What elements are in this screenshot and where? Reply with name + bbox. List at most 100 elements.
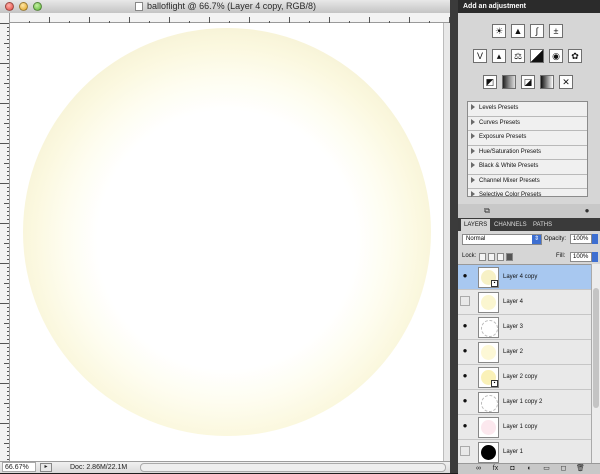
tab-paths[interactable]: PATHS <box>530 219 555 231</box>
add-mask-icon[interactable]: ◘ <box>508 465 517 473</box>
adjustment-presets-list: Levels Presets Curves Presets Exposure P… <box>467 101 588 198</box>
invert-icon[interactable]: ◩ <box>483 75 497 89</box>
visibility-eye-icon[interactable]: ● <box>460 296 470 306</box>
canvas-horizontal-scrollbar[interactable] <box>140 463 446 472</box>
color-balance-icon[interactable]: ⚖ <box>511 49 525 63</box>
layer-thumbnail: ▪ <box>478 392 499 413</box>
smart-object-icon: ▪ <box>491 380 498 387</box>
posterize-icon[interactable] <box>502 75 516 89</box>
visibility-eye-icon[interactable]: ● <box>460 396 470 406</box>
preset-item[interactable]: Channel Mixer Presets <box>468 175 587 189</box>
minimize-window-button[interactable] <box>19 2 28 11</box>
opacity-stepper[interactable] <box>592 234 598 244</box>
document-window: balloflight @ 66.7% (Layer 4 copy, RGB/8… <box>0 0 450 473</box>
gradient-map-icon[interactable] <box>540 75 554 89</box>
layer-row[interactable]: ● ▪ Layer 1 copy 2 <box>458 390 591 415</box>
layers-panel-tabs: LAYERS CHANNELS PATHS <box>458 218 600 231</box>
threshold-icon[interactable]: ◪ <box>521 75 535 89</box>
layer-name[interactable]: Layer 1 copy <box>503 415 537 439</box>
delete-layer-icon[interactable]: 🗑 <box>576 465 585 473</box>
visibility-eye-icon[interactable]: ● <box>460 371 470 381</box>
balloon-artwork <box>23 28 431 436</box>
zoom-level-field[interactable]: 66.67% <box>2 462 36 472</box>
layer-name[interactable]: Layer 1 copy 2 <box>503 390 542 414</box>
vertical-ruler-ticks <box>0 23 9 460</box>
smart-object-icon: ▪ <box>491 280 498 287</box>
lock-image-pixels-icon[interactable] <box>488 253 495 261</box>
layers-panel: LAYERS CHANNELS PATHS Normal ⇕ Opacity: … <box>458 218 600 474</box>
layer-name[interactable]: Layer 4 <box>503 290 523 314</box>
layer-thumbnail: ▪ <box>478 292 499 313</box>
clip-to-layer-icon[interactable]: ⧉ <box>482 206 492 215</box>
thumbnail-swatch <box>481 395 498 412</box>
visibility-eye-icon[interactable]: ● <box>460 421 470 431</box>
zoom-window-button[interactable] <box>33 2 42 11</box>
selective-color-icon[interactable]: ✕ <box>559 75 573 89</box>
visibility-eye-icon[interactable]: ● <box>460 321 470 331</box>
canvas[interactable] <box>10 23 450 461</box>
photo-filter-icon[interactable]: ◉ <box>549 49 563 63</box>
layer-name[interactable]: Layer 2 <box>503 340 523 364</box>
channel-mixer-icon[interactable]: ✿ <box>568 49 582 63</box>
blend-mode-select[interactable]: Normal ⇕ <box>462 234 542 245</box>
link-layers-icon[interactable]: ∞ <box>474 465 483 473</box>
visibility-eye-icon[interactable]: ● <box>460 346 470 356</box>
lock-all-icon[interactable] <box>506 253 513 261</box>
panel-dock-divider <box>450 0 458 473</box>
layer-row[interactable]: ● ▪ Layer 1 copy <box>458 415 591 440</box>
vibrance-icon[interactable]: V <box>473 49 487 63</box>
layer-row[interactable]: ● ▪ Layer 3 <box>458 315 591 340</box>
thumbnail-swatch <box>481 345 496 360</box>
tab-channels[interactable]: CHANNELS <box>491 219 530 231</box>
close-window-button[interactable] <box>5 2 14 11</box>
preset-item[interactable]: Hue/Saturation Presets <box>468 146 587 160</box>
fill-field[interactable]: 100% <box>570 252 592 262</box>
new-layer-icon[interactable]: ◻ <box>559 465 568 473</box>
lock-position-icon[interactable] <box>497 253 504 261</box>
disclosure-triangle-icon <box>471 118 475 125</box>
layer-thumbnail: ▪ <box>478 367 499 388</box>
disclosure-triangle-icon <box>471 147 475 154</box>
layer-name[interactable]: Layer 4 copy <box>503 265 537 289</box>
levels-icon[interactable]: ▲ <box>511 24 525 38</box>
status-menu-button[interactable]: ▸ <box>40 463 52 472</box>
layer-row[interactable]: ● ▪ Layer 4 copy <box>458 265 591 290</box>
visibility-eye-icon[interactable]: ● <box>460 271 470 281</box>
layer-row[interactable]: ● ▪ Layer 2 copy <box>458 365 591 390</box>
black-white-icon[interactable] <box>530 49 544 63</box>
exposure-icon[interactable]: ± <box>549 24 563 38</box>
layer-row[interactable]: ● ▪ Layer 2 <box>458 340 591 365</box>
layer-style-icon[interactable]: fx <box>491 465 500 473</box>
layers-scrollbar[interactable] <box>591 264 600 463</box>
layer-row[interactable]: ● ▪ Layer 1 <box>458 440 591 464</box>
layer-name[interactable]: Layer 1 <box>503 440 523 464</box>
horizontal-ruler[interactable] <box>9 13 450 26</box>
brightness-contrast-icon[interactable]: ☀ <box>492 24 506 38</box>
layer-thumbnail: ▪ <box>478 267 499 288</box>
thumbnail-swatch <box>481 320 498 337</box>
curves-icon[interactable]: ∫ <box>530 24 544 38</box>
preset-item[interactable]: Levels Presets <box>468 102 587 117</box>
panel-options-icon[interactable]: ● <box>582 206 592 215</box>
preset-item[interactable]: Selective Color Presets <box>468 189 587 203</box>
layer-name[interactable]: Layer 2 copy <box>503 365 537 389</box>
preset-item[interactable]: Curves Presets <box>468 117 587 131</box>
vertical-ruler[interactable] <box>0 13 10 461</box>
fill-stepper[interactable] <box>592 252 598 262</box>
new-adjustment-layer-icon[interactable]: ◐ <box>525 465 534 473</box>
document-title: balloflight @ 66.7% (Layer 4 copy, RGB/8… <box>147 1 317 11</box>
visibility-eye-icon[interactable]: ● <box>460 446 470 456</box>
layer-name[interactable]: Layer 3 <box>503 315 523 339</box>
layer-row[interactable]: ● ▪ Layer 4 <box>458 290 591 315</box>
fill-label: Fill: <box>556 253 566 259</box>
hue-saturation-icon[interactable]: ▴ <box>492 49 506 63</box>
opacity-field[interactable]: 100% <box>570 234 592 244</box>
layers-scroll-thumb[interactable] <box>593 288 599 408</box>
document-titlebar[interactable]: balloflight @ 66.7% (Layer 4 copy, RGB/8… <box>0 0 450 14</box>
canvas-vertical-scrollbar[interactable] <box>443 23 450 461</box>
preset-item[interactable]: Black & White Presets <box>468 160 587 175</box>
tab-layers[interactable]: LAYERS <box>461 219 491 231</box>
preset-item[interactable]: Exposure Presets <box>468 131 587 146</box>
lock-transparency-icon[interactable] <box>479 253 486 261</box>
new-group-icon[interactable]: ▭ <box>542 465 551 473</box>
